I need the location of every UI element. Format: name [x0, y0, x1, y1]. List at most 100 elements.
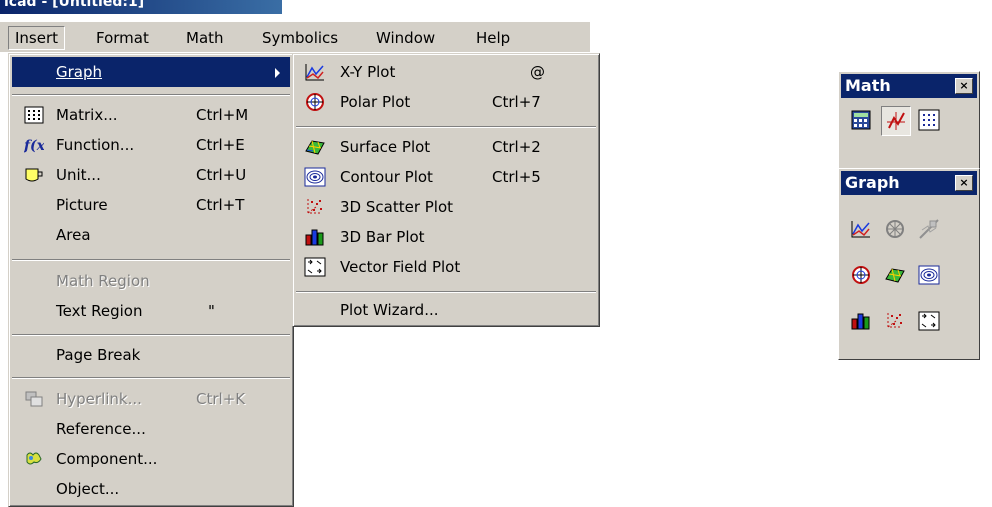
surface-plot-icon — [305, 140, 325, 155]
submenu-item-surface-plot[interactable]: Surface Plot Ctrl+2 — [296, 132, 596, 162]
submenu-item-plot-wizard[interactable]: Plot Wizard... — [296, 295, 596, 325]
graph-toolbar-title: Graph — [845, 173, 900, 192]
submenu-item-vector-field-plot[interactable]: Vector Field Plot — [296, 252, 596, 282]
submenu-item-3d-scatter-plot-label: 3D Scatter Plot — [340, 198, 454, 216]
menu-item-unit-shortcut: Ctrl+U — [196, 166, 247, 184]
unit-icon — [25, 168, 43, 182]
menu-item-component[interactable]: Component... — [12, 444, 290, 474]
graph-toolbar-close-button[interactable]: × — [955, 175, 973, 191]
hyperlink-icon — [25, 391, 43, 407]
xy-plot-icon — [305, 64, 324, 81]
vector-field-icon — [304, 257, 326, 277]
function-icon: f(x) — [24, 138, 44, 154]
svg-text:f(x): f(x) — [24, 138, 44, 154]
menu-item-area[interactable]: Area — [12, 220, 290, 250]
menu-item-picture-label: Picture — [56, 196, 108, 214]
menu-item-graph[interactable]: Graph — [12, 57, 290, 87]
graph-toolbar: Graph × — [838, 168, 980, 360]
vector-field-icon — [918, 311, 940, 331]
menu-item-page-break[interactable]: Page Break — [12, 340, 290, 370]
menu-help[interactable]: Help — [470, 27, 516, 49]
submenu-item-contour-plot-label: Contour Plot — [340, 168, 433, 186]
surface-plot-button[interactable] — [881, 261, 909, 289]
scatter-3d-icon — [307, 199, 322, 214]
menu-format[interactable]: Format — [90, 27, 155, 49]
submenu-item-contour-plot[interactable]: Contour Plot Ctrl+5 — [296, 162, 596, 192]
menu-item-matrix-label: Matrix... — [56, 106, 118, 124]
submenu-item-contour-plot-shortcut: Ctrl+5 — [492, 168, 541, 186]
menu-item-text-region[interactable]: Text Region " — [12, 296, 290, 326]
menu-symbolics[interactable]: Symbolics — [256, 27, 344, 49]
bar-3d-icon — [851, 313, 870, 330]
graph-arrow-icon — [887, 112, 905, 130]
menu-window[interactable]: Window — [370, 27, 441, 49]
vector-field-plot-button[interactable] — [915, 307, 943, 335]
xy-plot-button[interactable] — [847, 215, 875, 243]
submenu-item-polar-plot[interactable]: Polar Plot Ctrl+7 — [296, 87, 596, 117]
zoom-button[interactable] — [881, 215, 909, 243]
math-toolbar-title-bar[interactable]: Math × — [841, 74, 977, 98]
window-title: lcad - [Untitled:1] — [4, 0, 145, 10]
separator — [12, 94, 290, 96]
trace-button[interactable] — [915, 215, 943, 243]
window-title-bar: lcad - [Untitled:1] — [0, 0, 282, 14]
3d-scatter-plot-button[interactable] — [881, 307, 909, 335]
separator — [12, 259, 290, 261]
menu-item-reference-label: Reference... — [56, 420, 146, 438]
submenu-item-3d-bar-plot[interactable]: 3D Bar Plot — [296, 222, 596, 252]
submenu-arrow-icon — [275, 68, 280, 78]
graph-toolbar-title-bar[interactable]: Graph × — [841, 171, 977, 195]
submenu-item-xy-plot-label: X-Y Plot — [340, 63, 396, 81]
separator — [12, 377, 290, 379]
menu-item-reference[interactable]: Reference... — [12, 414, 290, 444]
submenu-item-polar-plot-shortcut: Ctrl+7 — [492, 93, 541, 111]
menu-item-function[interactable]: f(x) Function... Ctrl+E — [12, 130, 290, 160]
menu-insert[interactable]: Insert — [8, 26, 66, 50]
separator — [12, 334, 290, 336]
menu-item-picture[interactable]: Picture Ctrl+T — [12, 190, 290, 220]
separator — [296, 126, 596, 128]
menu-item-graph-label: Graph — [56, 63, 103, 81]
3d-bar-plot-button[interactable] — [847, 307, 875, 335]
trace-icon — [919, 219, 939, 239]
menu-item-text-region-shortcut: " — [208, 302, 215, 320]
menu-item-unit-label: Unit... — [56, 166, 101, 184]
submenu-item-plot-wizard-label: Plot Wizard... — [340, 301, 439, 319]
contour-plot-icon — [918, 265, 940, 285]
submenu-item-3d-bar-plot-label: 3D Bar Plot — [340, 228, 425, 246]
polar-plot-icon — [852, 266, 870, 284]
polar-plot-icon — [306, 93, 324, 111]
polar-plot-button[interactable] — [847, 261, 875, 289]
menu-item-hyperlink: Hyperlink... Ctrl+K — [12, 384, 290, 414]
bar-3d-icon — [305, 229, 324, 246]
graph-submenu: X-Y Plot @ Polar Plot Ctrl+7 Surface Plo… — [292, 53, 600, 327]
submenu-item-3d-scatter-plot[interactable]: 3D Scatter Plot — [296, 192, 596, 222]
calculator-icon — [851, 110, 871, 130]
matrix-toolbar-button[interactable] — [915, 106, 943, 134]
menu-item-matrix[interactable]: Matrix... Ctrl+M — [12, 100, 290, 130]
surface-plot-icon — [885, 268, 905, 283]
menu-item-function-label: Function... — [56, 136, 135, 154]
menu-item-unit[interactable]: Unit... Ctrl+U — [12, 160, 290, 190]
menu-item-matrix-shortcut: Ctrl+M — [196, 106, 249, 124]
menu-item-function-shortcut: Ctrl+E — [196, 136, 245, 154]
submenu-item-polar-plot-label: Polar Plot — [340, 93, 411, 111]
contour-plot-icon — [304, 167, 326, 187]
menu-bar: Insert Format Math Symbolics Window Help — [0, 22, 590, 52]
menu-item-math-region-label: Math Region — [56, 272, 150, 290]
calculator-button[interactable] — [847, 106, 875, 134]
menu-math[interactable]: Math — [180, 27, 230, 49]
contour-plot-button[interactable] — [915, 261, 943, 289]
menu-item-text-region-label: Text Region — [56, 302, 143, 320]
matrix-icon — [24, 106, 44, 124]
scatter-3d-icon — [887, 313, 902, 328]
xy-plot-icon — [851, 221, 870, 238]
math-toolbar-close-button[interactable]: × — [955, 78, 973, 94]
insert-menu: Graph Matrix... Ctrl+M f(x) Function... … — [8, 53, 294, 507]
graph-toolbar-toggle-button[interactable] — [881, 106, 911, 136]
submenu-item-surface-plot-shortcut: Ctrl+2 — [492, 138, 541, 156]
submenu-item-xy-plot[interactable]: X-Y Plot @ — [296, 57, 596, 87]
matrix-icon — [918, 109, 940, 131]
menu-item-hyperlink-label: Hyperlink... — [56, 390, 142, 408]
menu-item-component-label: Component... — [56, 450, 158, 468]
